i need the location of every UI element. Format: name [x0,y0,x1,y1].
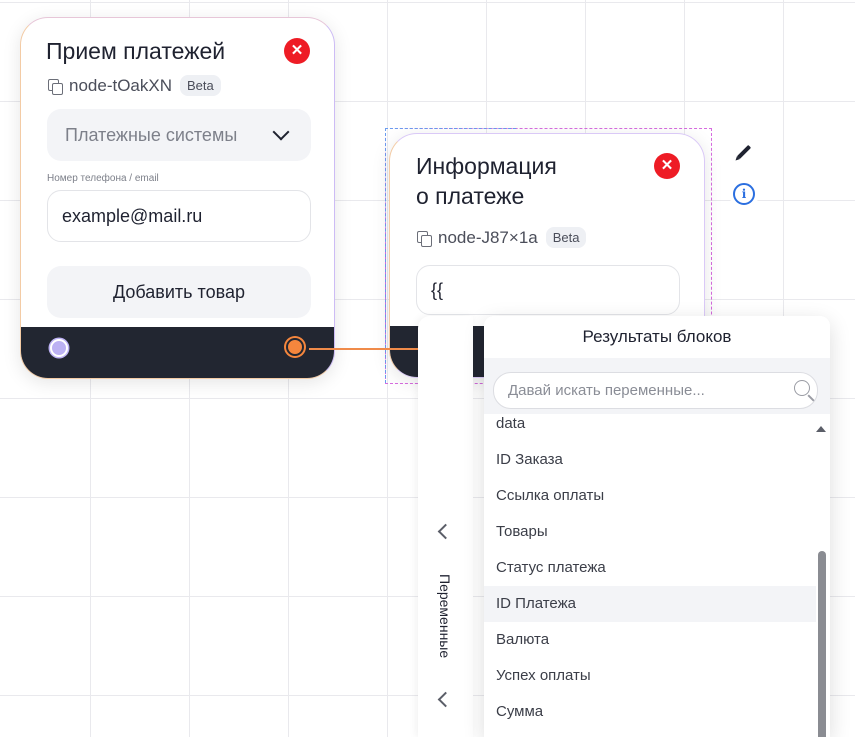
list-item-active[interactable]: ID Платежа [484,586,816,622]
chevron-left-icon[interactable] [437,691,454,708]
node-payment-acceptance[interactable]: Прием платежей ✕ node-tOakXN Beta Платеж… [20,17,335,379]
list-item[interactable]: Статус платежа [484,550,816,586]
input-value: {{ [431,279,444,300]
input-value: example@mail.ru [62,205,203,226]
node-id-row: node-J87×1a Beta [417,227,587,248]
info-button[interactable]: i [729,179,759,209]
scroll-up-arrow[interactable] [816,426,826,432]
chevron-left-icon[interactable] [437,523,454,540]
node-id: node-tOakXN [69,75,172,95]
scrollbar-thumb[interactable] [818,551,826,737]
node-title-line1: Информация [416,153,557,179]
add-product-button[interactable]: Добавить товар [47,266,311,318]
template-input[interactable]: {{ [416,265,680,315]
node-title: Прием платежей [46,38,226,64]
block-results-dropdown: Результаты блоков data ID Заказа Ссылка … [484,316,830,737]
node-footer [21,327,334,378]
list-item[interactable]: data [484,406,816,442]
pencil-icon [736,144,752,160]
beta-badge: Beta [180,75,221,96]
node-title: Информация о платеже [416,151,557,211]
copy-icon[interactable] [48,78,63,95]
close-icon[interactable]: ✕ [654,153,680,179]
payment-systems-select[interactable]: Платежные системы [47,109,311,161]
search-icon[interactable] [794,380,810,396]
output-port[interactable] [286,338,304,356]
list-item[interactable]: Сумма [484,694,816,730]
input-port[interactable] [50,339,68,357]
field-label: Номер телефона / email [47,173,159,184]
chevron-down-icon [272,123,290,141]
results-list: data ID Заказа Ссылка оплаты Товары Стат… [484,414,816,737]
list-item[interactable]: Успех оплаты [484,658,816,694]
info-icon: i [733,183,755,205]
node-id-row: node-tOakXN Beta [48,75,221,96]
phone-email-input[interactable]: example@mail.ru [47,190,311,242]
connection-line[interactable] [309,348,424,350]
list-item[interactable]: Валюта [484,622,816,658]
node-title-line2: о платеже [416,183,525,209]
beta-badge: Beta [545,227,587,248]
list-item[interactable]: Ссылка оплаты [484,478,816,514]
list-item[interactable]: ID Заказа [484,442,816,478]
select-value: Платежные системы [65,124,238,145]
edit-button[interactable] [729,137,759,167]
variables-panel[interactable]: Переменные [418,316,473,737]
list-item[interactable]: Товары [484,514,816,550]
variables-tab-label[interactable]: Переменные [420,566,470,666]
node-id: node-J87×1a [438,227,538,247]
variable-search-input[interactable] [493,372,818,409]
close-icon[interactable]: ✕ [284,38,310,64]
copy-icon[interactable] [417,230,432,247]
results-title: Результаты блоков [484,316,830,358]
